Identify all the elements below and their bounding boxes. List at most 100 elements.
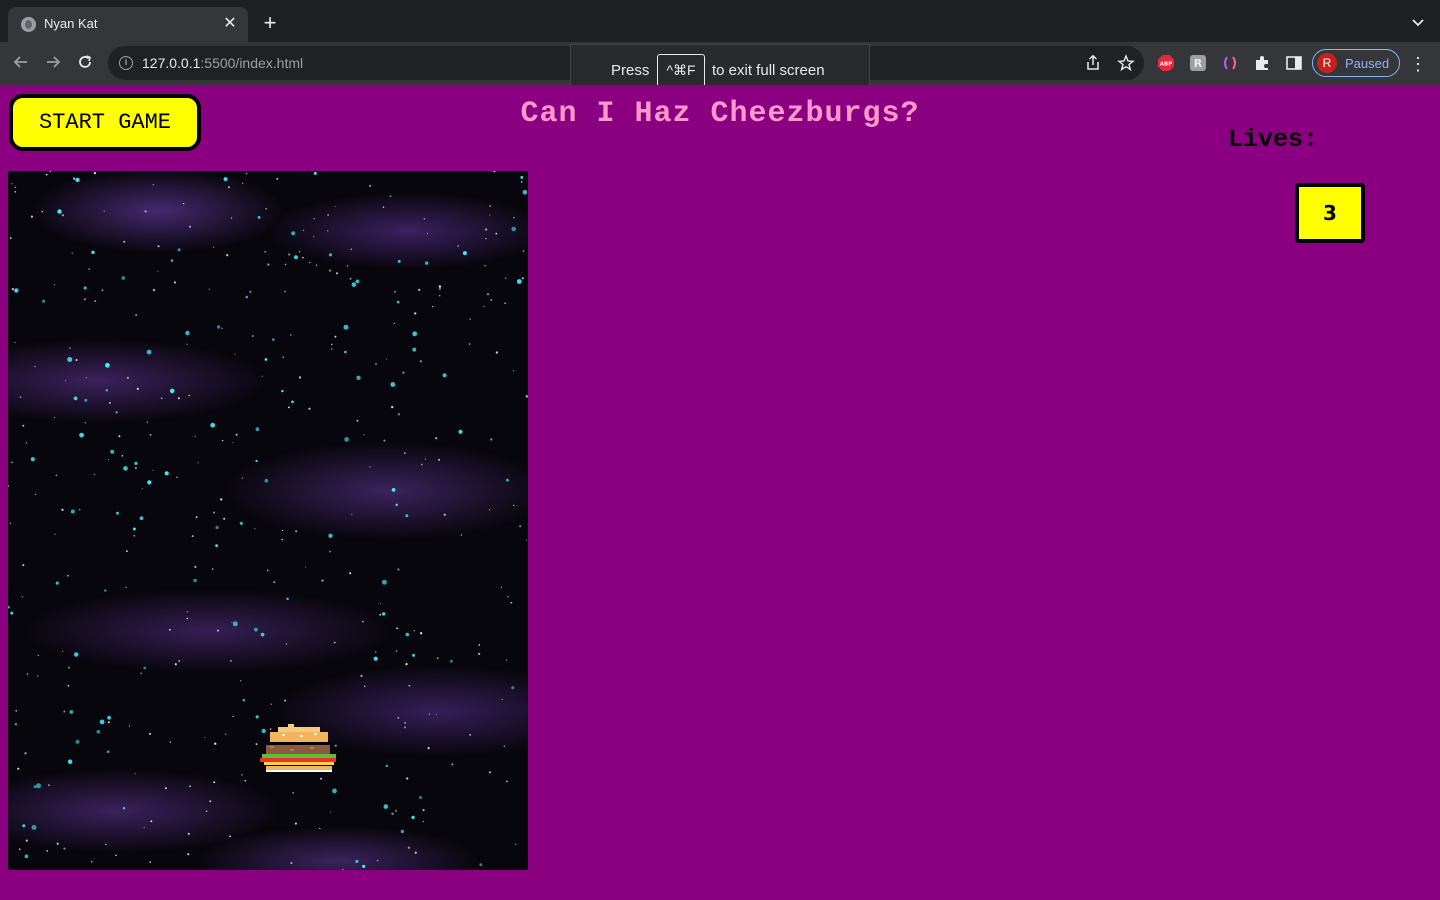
star [396, 300, 400, 304]
star [405, 632, 410, 637]
site-info-icon[interactable]: i [119, 56, 133, 70]
close-tab-icon[interactable]: ✕ [220, 14, 240, 34]
star [281, 538, 284, 541]
star [125, 586, 127, 588]
star [132, 527, 136, 531]
star [188, 225, 192, 228]
svg-text:R: R [1194, 57, 1203, 70]
new-tab-button[interactable]: + [258, 12, 282, 36]
star [213, 511, 215, 514]
star [261, 375, 263, 377]
star [232, 621, 238, 627]
star [516, 279, 522, 284]
star [232, 715, 234, 718]
star [328, 533, 333, 538]
star [41, 210, 44, 213]
star [69, 710, 74, 714]
star [49, 171, 51, 173]
star [428, 713, 431, 715]
star [223, 177, 228, 182]
star [291, 231, 296, 236]
star [215, 544, 219, 547]
star [425, 261, 429, 265]
star [73, 177, 76, 180]
star [10, 611, 14, 615]
star [479, 863, 483, 867]
star [407, 846, 410, 849]
star [272, 338, 275, 341]
star [56, 842, 59, 845]
star [389, 195, 392, 198]
star [513, 504, 515, 506]
forward-button[interactable] [40, 51, 66, 77]
back-button[interactable] [8, 51, 34, 77]
star [489, 205, 491, 207]
star [73, 652, 79, 657]
star [412, 331, 418, 337]
star [254, 627, 258, 632]
star [139, 516, 144, 521]
star [241, 774, 243, 776]
star [11, 183, 13, 185]
star [61, 214, 64, 217]
star [211, 568, 214, 570]
star [14, 186, 17, 188]
star [404, 722, 406, 724]
star [405, 514, 409, 518]
sidebar-icon[interactable] [1285, 54, 1303, 72]
star [213, 781, 216, 784]
star [478, 644, 481, 646]
star [284, 699, 287, 702]
tab-search-chevron-icon[interactable] [1410, 14, 1426, 30]
star [356, 419, 359, 422]
star [397, 413, 401, 416]
star [320, 777, 323, 780]
star [298, 376, 302, 379]
start-game-button[interactable]: START GAME [9, 94, 201, 151]
browser-menu-icon[interactable]: ⋮ [1408, 54, 1428, 74]
star [408, 684, 411, 687]
bookmark-star-icon[interactable] [1117, 54, 1135, 72]
star [285, 643, 288, 645]
star [485, 238, 487, 240]
star [75, 177, 80, 183]
ext-brackets-icon[interactable] [1221, 54, 1239, 72]
star [83, 298, 86, 301]
star [164, 787, 167, 790]
star [223, 517, 226, 520]
star [330, 811, 332, 813]
game-canvas[interactable] [8, 171, 528, 870]
star [418, 288, 421, 291]
star [510, 601, 513, 604]
share-icon[interactable] [1084, 54, 1102, 72]
star [391, 488, 396, 492]
star [380, 603, 381, 604]
star [177, 397, 180, 400]
star [264, 358, 268, 361]
avatar: R [1317, 53, 1337, 73]
star [335, 272, 339, 275]
star [115, 854, 117, 857]
reload-button[interactable] [72, 51, 98, 77]
star [24, 854, 29, 859]
star [391, 405, 394, 409]
star [294, 822, 297, 825]
star [313, 218, 315, 220]
star [298, 251, 301, 253]
star [355, 859, 359, 864]
star [115, 411, 118, 414]
star [239, 521, 243, 525]
abp-icon[interactable]: ABP [1157, 54, 1175, 72]
star [302, 256, 304, 259]
star [522, 190, 528, 195]
browser-tab[interactable]: Nyan Kat ✕ [8, 7, 248, 42]
star [37, 654, 39, 657]
ext-r-icon[interactable]: R [1189, 54, 1207, 72]
star [26, 673, 29, 675]
star [286, 597, 289, 601]
star [121, 455, 124, 457]
star [484, 264, 487, 267]
star [141, 488, 143, 490]
profile-button[interactable]: R Paused [1312, 49, 1400, 77]
puzzle-icon[interactable] [1253, 54, 1271, 72]
